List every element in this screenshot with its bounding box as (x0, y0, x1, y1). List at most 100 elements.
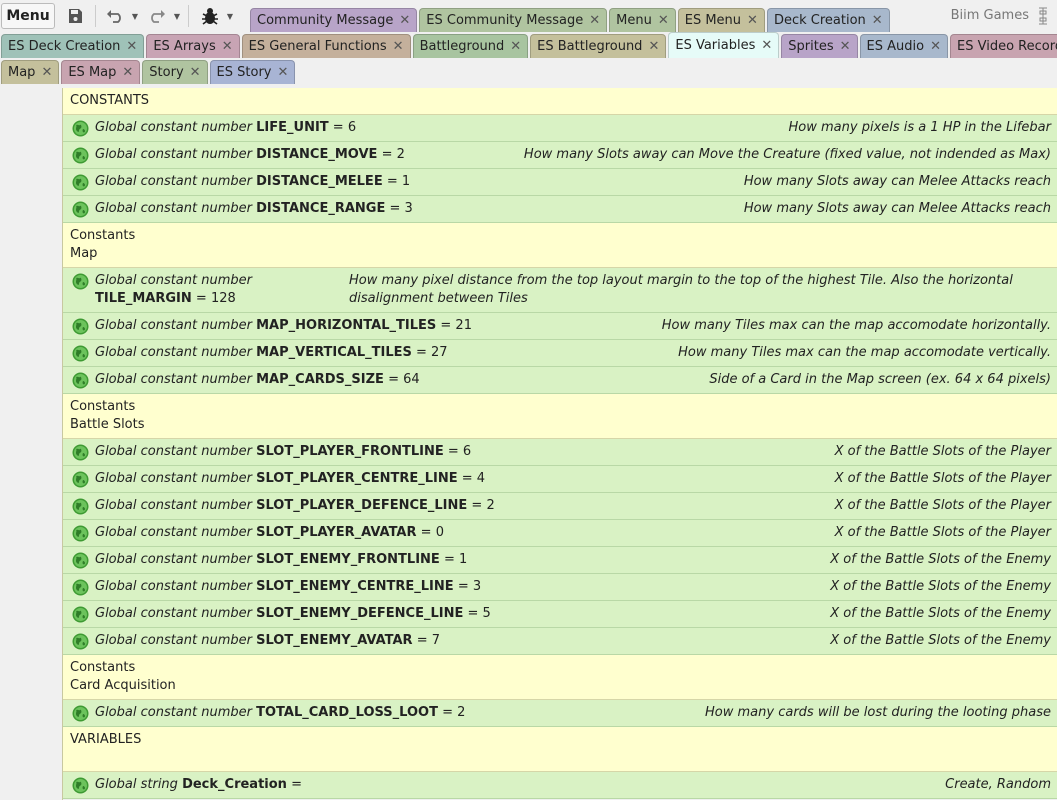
variable-row[interactable]: Global constant number SLOT_ENEMY_AVATAR… (63, 628, 1057, 655)
tab-es-variables[interactable]: ES Variables ✕ (668, 32, 780, 58)
variable-row[interactable]: Global constant number SLOT_PLAYER_AVATA… (63, 520, 1057, 547)
close-icon[interactable]: ✕ (41, 65, 52, 80)
group-title-line: Card Acquisition (70, 678, 176, 693)
tab-label: ES Video Recording (957, 39, 1057, 54)
tab-es-general-functions[interactable]: ES General Functions ✕ (241, 34, 411, 58)
variable-row[interactable]: Global constant number MAP_CARDS_SIZE = … (63, 367, 1057, 394)
variable-value: 7 (431, 633, 441, 648)
variable-declaration: Global constant number TOTAL_CARD_LOSS_L… (95, 704, 465, 722)
globe-icon (72, 705, 89, 722)
close-icon[interactable]: ✕ (872, 13, 883, 28)
toolbar: Menu ▼ ▼ ▼ (0, 0, 250, 32)
toolbar-separator (188, 5, 189, 27)
variable-value: 3 (472, 579, 482, 594)
group-header[interactable]: Constants Battle Slots (63, 394, 1057, 439)
variable-value: 4 (476, 471, 486, 486)
variable-value: 1 (458, 552, 468, 567)
close-icon[interactable]: ✕ (747, 13, 758, 28)
tab-es-video-recording[interactable]: ES Video Recording✕ (950, 34, 1057, 58)
variable-type: Global string (95, 777, 178, 792)
variable-row[interactable]: Global constant number DISTANCE_MOVE = 2… (63, 142, 1057, 169)
variable-row[interactable]: Global constant number SLOT_ENEMY_DEFENC… (63, 601, 1057, 628)
undo-dropdown-icon[interactable]: ▼ (131, 6, 139, 26)
debug-bug-icon[interactable] (198, 6, 222, 26)
tab-label: ES Variables (675, 38, 756, 53)
variable-row[interactable]: Global constant number DISTANCE_RANGE = … (63, 196, 1057, 223)
variable-declaration: Global constant number MAP_HORIZONTAL_TI… (95, 317, 472, 335)
variable-declaration: Global constant number DISTANCE_RANGE = … (95, 200, 413, 218)
tab-es-arrays[interactable]: ES Arrays ✕ (146, 34, 240, 58)
tab-es-community-message[interactable]: ES Community Message ✕ (419, 8, 608, 32)
close-icon[interactable]: ✕ (930, 39, 941, 54)
save-icon[interactable] (65, 6, 85, 26)
variable-comment: X of the Battle Slots of the Enemy (830, 579, 1051, 594)
redo-dropdown-icon[interactable]: ▼ (173, 6, 181, 26)
tab-es-deck-creation[interactable]: ES Deck Creation ✕ (1, 34, 145, 58)
debug-dropdown-icon[interactable]: ▼ (226, 6, 234, 26)
close-icon[interactable]: ✕ (222, 39, 233, 54)
close-icon[interactable]: ✕ (658, 13, 669, 28)
tab-es-map[interactable]: ES Map ✕ (61, 60, 141, 84)
globe-icon (72, 444, 89, 461)
group-header[interactable]: Constants Card Acquisition (63, 655, 1057, 700)
variable-comment: How many Tiles max can the map accomodat… (678, 345, 1051, 360)
variable-type: Global constant number (95, 552, 252, 567)
menu-button[interactable]: Menu (1, 3, 55, 29)
close-icon[interactable]: ✕ (648, 39, 659, 54)
variable-name: MAP_CARDS_SIZE (256, 372, 384, 387)
close-icon[interactable]: ✕ (761, 38, 772, 53)
close-icon[interactable]: ✕ (399, 13, 410, 28)
variable-row[interactable]: Global constant number SLOT_PLAYER_FRONT… (63, 439, 1057, 466)
variable-row[interactable]: Global constant number DISTANCE_MELEE = … (63, 169, 1057, 196)
group-header[interactable]: Constants Map (63, 223, 1057, 268)
globe-icon (72, 201, 89, 218)
variable-row[interactable]: Global constant number SLOT_PLAYER_DEFEN… (63, 493, 1057, 520)
close-icon[interactable]: ✕ (190, 65, 201, 80)
tab-es-menu[interactable]: ES Menu ✕ (677, 8, 765, 32)
equals-sign: = (388, 372, 399, 387)
globe-icon (72, 120, 89, 137)
variable-name: SLOT_PLAYER_FRONTLINE (256, 444, 444, 459)
variable-row[interactable]: Global string Deck_Creation = Create, Ra… (63, 772, 1057, 799)
variable-row[interactable]: Global constant number LIFE_UNIT = 6 How … (63, 115, 1057, 142)
equals-sign: = (440, 318, 452, 333)
tab-menu[interactable]: Menu ✕ (609, 8, 676, 32)
redo-icon[interactable] (146, 6, 168, 26)
close-icon[interactable]: ✕ (393, 39, 404, 54)
variable-name: Deck_Creation (182, 777, 287, 792)
tab-story[interactable]: Story ✕ (142, 60, 208, 84)
tab-es-audio[interactable]: ES Audio ✕ (859, 34, 948, 58)
variable-comment: X of the Battle Slots of the Player (834, 498, 1051, 513)
tab-map[interactable]: Map ✕ (1, 60, 60, 84)
close-icon[interactable]: ✕ (589, 13, 600, 28)
globe-icon (72, 318, 89, 335)
variable-row[interactable]: Global constant number SLOT_ENEMY_FRONTL… (63, 547, 1057, 574)
tab-community-message[interactable]: Community Message ✕ (250, 8, 418, 32)
group-header[interactable]: VARIABLES (63, 727, 1057, 772)
tab-deck-creation[interactable]: Deck Creation ✕ (766, 8, 890, 32)
tab-sprites[interactable]: Sprites ✕ (781, 34, 858, 58)
variable-row[interactable]: Global constant number MAP_VERTICAL_TILE… (63, 340, 1057, 367)
variable-row[interactable]: Global constant number SLOT_PLAYER_CENTR… (63, 466, 1057, 493)
group-title-line: Constants (70, 660, 136, 675)
undo-icon[interactable] (104, 6, 126, 26)
variable-declaration: Global constant number DISTANCE_MELEE = … (95, 173, 410, 191)
close-icon[interactable]: ✕ (840, 39, 851, 54)
group-title-line: Battle Slots (70, 417, 145, 432)
close-icon[interactable]: ✕ (126, 39, 137, 54)
variable-row[interactable]: Global constant number TOTAL_CARD_LOSS_L… (63, 700, 1057, 727)
variable-row[interactable]: Global constant number TILE_MARGIN = 128… (63, 268, 1057, 313)
tab-battleground[interactable]: Battleground ✕ (412, 34, 529, 58)
fullscreen-icon[interactable] (1035, 6, 1051, 26)
close-icon[interactable]: ✕ (278, 65, 289, 80)
tab-es-battleground[interactable]: ES Battleground ✕ (530, 34, 667, 58)
tab-bar-row-3: Map ✕ ES Map ✕ Story ✕ ES Story ✕ (1, 58, 297, 84)
variable-declaration: Global constant number SLOT_ENEMY_CENTRE… (95, 578, 481, 596)
variable-row[interactable]: Global constant number SLOT_ENEMY_CENTRE… (63, 574, 1057, 601)
close-icon[interactable]: ✕ (122, 65, 133, 80)
variable-declaration: Global constant number SLOT_PLAYER_FRONT… (95, 443, 471, 461)
variable-row[interactable]: Global constant number MAP_HORIZONTAL_TI… (63, 313, 1057, 340)
close-icon[interactable]: ✕ (510, 39, 521, 54)
tab-es-story[interactable]: ES Story ✕ (209, 60, 296, 84)
group-header[interactable]: CONSTANTS (63, 88, 1057, 115)
